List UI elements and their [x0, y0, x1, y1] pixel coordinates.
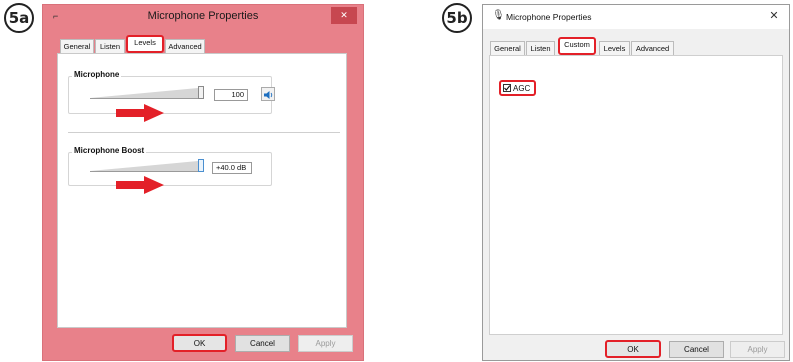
ok-button[interactable]: OK [605, 340, 661, 358]
microphone-slider[interactable] [90, 86, 204, 100]
right-arrow-icon [116, 104, 164, 122]
close-icon: ✕ [340, 10, 348, 20]
tab-label: Listen [530, 44, 551, 53]
speaker-icon [264, 91, 273, 99]
tab-label: Levels [603, 44, 626, 53]
window-title: Microphone Properties [506, 12, 592, 22]
right-arrow-icon [116, 176, 164, 194]
tab-advanced[interactable]: Advanced [165, 39, 205, 53]
window-title: Microphone Properties [147, 10, 259, 22]
ok-label: OK [193, 339, 206, 348]
tab-listen[interactable]: Listen [526, 41, 555, 55]
tab-label: Advanced [635, 44, 670, 53]
tab-label: Advanced [168, 42, 202, 51]
tab-label: General [494, 44, 521, 53]
cancel-label: Cancel [684, 345, 709, 354]
title-bar: ⌐ Microphone Properties ✕ [43, 5, 363, 29]
microphone-icon: 🎙 [492, 10, 505, 21]
tab-label: Custom [564, 40, 590, 49]
cancel-button[interactable]: Cancel [235, 335, 290, 352]
cancel-label: Cancel [250, 339, 275, 348]
apply-label: Apply [315, 339, 336, 348]
title-bar: 🎙 Microphone Properties ✕ [483, 5, 789, 29]
tab-listen[interactable]: Listen [95, 39, 125, 53]
tab-levels[interactable]: Levels [599, 41, 630, 55]
tab-label: Levels [134, 38, 156, 47]
tab-general[interactable]: General [490, 41, 525, 55]
tab-label: General [63, 42, 91, 51]
microphone-level-field[interactable]: 100 [214, 89, 248, 101]
microphone-properties-window-5b: 🎙 Microphone Properties ✕ General Listen… [482, 4, 790, 361]
close-icon: ✕ [769, 10, 779, 22]
step-label: 5b [446, 9, 468, 27]
step-label: 5a [8, 9, 30, 27]
slider-track-wedge [90, 161, 198, 172]
cancel-button[interactable]: Cancel [669, 341, 724, 358]
apply-button[interactable]: Apply [730, 341, 785, 358]
microphone-properties-window-5a: ⌐ Microphone Properties ✕ General Listen… [42, 4, 364, 361]
checkmark-icon [504, 85, 511, 91]
close-button[interactable]: ✕ [331, 7, 357, 24]
ok-label: OK [627, 345, 639, 354]
step-badge-5b: 5b [442, 3, 472, 33]
agc-label: AGC [513, 83, 531, 93]
mute-toggle-button[interactable] [261, 87, 275, 101]
tab-custom[interactable]: Custom [558, 37, 596, 55]
close-button[interactable]: ✕ [767, 9, 781, 23]
microphone-boost-slider[interactable] [90, 159, 204, 173]
microphone-boost-field[interactable]: +40.0 dB [212, 162, 252, 174]
tab-levels[interactable]: Levels [126, 35, 164, 53]
microphone-level-value: 100 [231, 90, 244, 99]
microphone-boost-label: Microphone Boost [72, 146, 147, 155]
agc-checkbox-container[interactable]: AGC [499, 80, 536, 96]
slider-thumb[interactable] [198, 159, 204, 172]
tab-advanced[interactable]: Advanced [631, 41, 674, 55]
agc-checkbox[interactable] [503, 84, 511, 92]
slider-track-wedge [90, 88, 198, 99]
slider-thumb[interactable] [198, 86, 204, 99]
separator [68, 132, 340, 133]
step-badge-5a: 5a [4, 3, 34, 33]
apply-button[interactable]: Apply [298, 335, 353, 352]
apply-label: Apply [747, 345, 768, 354]
custom-panel: AGC [489, 55, 783, 335]
microphone-boost-value: +40.0 dB [216, 163, 247, 172]
levels-panel: Microphone 100 Microphone Boost +40.0 dB [57, 53, 347, 328]
tab-label: Listen [99, 42, 120, 51]
ok-button[interactable]: OK [172, 334, 227, 352]
microphone-label: Microphone [72, 70, 122, 79]
tab-general[interactable]: General [60, 39, 94, 53]
